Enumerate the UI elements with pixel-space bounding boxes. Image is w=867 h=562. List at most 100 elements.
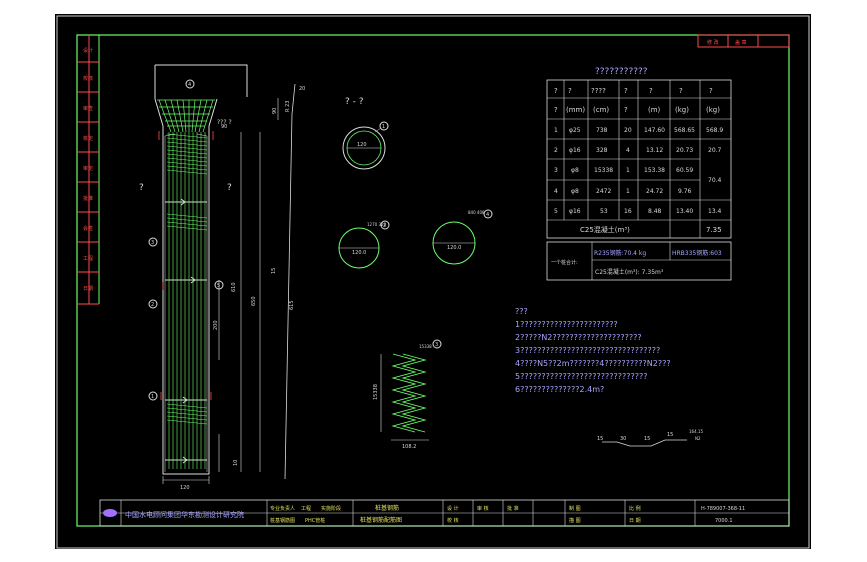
dim-650: 650: [251, 296, 257, 306]
table-title: ???????????: [595, 67, 648, 77]
tb-date: 日 期: [629, 518, 641, 524]
left-strip-label: 设计: [83, 47, 93, 54]
bent-dim-b: 30: [620, 436, 626, 442]
dim-spiral-width: 108.2: [402, 444, 416, 450]
tb-role: 设 计: [447, 505, 459, 512]
section-mark-right: ?: [227, 183, 232, 193]
table-cell: 8.48: [648, 208, 662, 215]
logo-icon: [103, 509, 117, 517]
left-strip-label: 校核: [83, 75, 93, 82]
bar-detail-long: 90 R 23 20 15 615: [271, 83, 305, 480]
svg-text:1: 1: [382, 124, 385, 130]
dim-spiral-top: 15338: [419, 344, 432, 349]
dim-width: 120: [180, 485, 190, 491]
dim-bar2: 120.0: [352, 250, 366, 256]
table-cell: 3: [554, 167, 558, 174]
revision-cell: 修 改: [707, 39, 719, 46]
concrete-label: C25混凝土(m³): [580, 225, 630, 234]
table-cell: φ16: [569, 208, 581, 215]
section-bar2: 120.0 1270 328 2: [338, 220, 390, 269]
tb-cell: 工程: [301, 505, 311, 512]
tb-cell: 桩基钢筋图: [270, 517, 295, 524]
note-line: 2?????N2?????????????????????: [515, 333, 642, 342]
notes: ??? 1??????????????????????? 2?????N2???…: [515, 307, 671, 394]
section-mark-left: ?: [139, 183, 144, 193]
left-strip-label: 审定: [83, 165, 93, 172]
bent-dim-d: 15: [667, 432, 673, 438]
title-block: 中国水电顾问集团华东勘测设计研究院 专业负责人 工程 实施阶段 桩基钢筋图 PH…: [99, 499, 790, 527]
th: ?: [554, 87, 558, 95]
bent-dim-a: 15: [597, 436, 603, 442]
table-cell: 147.60: [644, 127, 665, 134]
th-unit: ?: [624, 106, 628, 114]
dim-bar4: 120.0: [447, 245, 461, 251]
footer-concrete: C25混凝土(m³): 7.35m³: [595, 268, 664, 276]
spacing-note: ??? ?: [217, 119, 232, 126]
dim-bend: 15: [271, 268, 277, 274]
dim-10: 10: [233, 460, 239, 466]
cad-viewport[interactable]: 设计 校核 审查 核定 审定 批准 会签 工程 日期 修 改 盖 章 120 6…: [55, 14, 811, 549]
table-cell: 53: [600, 208, 608, 215]
section-ring: 120 1: [342, 121, 389, 170]
svg-text:1: 1: [151, 394, 154, 400]
tb-cell: 专业负责人: [270, 505, 295, 512]
th-unit: (kg): [675, 106, 689, 114]
r-label: R 23: [285, 101, 291, 112]
org-name: 中国水电顾问集团华东勘测设计研究院: [125, 510, 244, 519]
table-cell: 9.76: [678, 188, 692, 195]
note-line: 5??????????????????????????????: [515, 372, 647, 381]
svg-text:2: 2: [151, 302, 154, 308]
table-cell: 20: [624, 127, 632, 134]
table-cell: 24.72: [646, 188, 663, 195]
left-strip-label: 审查: [83, 105, 93, 112]
th: ?: [649, 87, 653, 95]
svg-text:5: 5: [217, 283, 220, 289]
tb-role: 校 核: [447, 517, 459, 524]
footer-hrb335: HRB335钢筋:603: [672, 249, 722, 257]
drawing-canvas: 设计 校核 审查 核定 审定 批准 会签 工程 日期 修 改 盖 章 120 6…: [56, 15, 810, 549]
rebar-table: ??????????? ? ? ???? ? ? ? ? ? (mm) (cm)…: [546, 67, 732, 281]
footer-r235: R235钢筋:70.4 kg: [594, 249, 646, 257]
svg-text:4: 4: [188, 82, 191, 88]
dim-200: 200: [213, 320, 219, 330]
dim-610: 610: [231, 282, 237, 292]
section-bar4: 120.0 840 408 4: [432, 209, 493, 265]
note-line: 3?????????????????????????????????: [515, 346, 660, 355]
th: ?: [679, 87, 683, 95]
table-cell: 568.9: [706, 127, 723, 134]
table-cell: 738: [596, 127, 608, 134]
svg-text:3: 3: [151, 240, 154, 246]
tb-cell: PHC管桩: [305, 517, 325, 524]
dim-bar4-top: 840 408: [468, 210, 485, 215]
th-unit: (m): [648, 106, 661, 114]
table-cell: 328: [596, 147, 608, 154]
tb-title2: 桩基钢筋配筋图: [360, 516, 402, 524]
table-cell: 2: [554, 147, 558, 154]
table-cell: 70.4: [708, 177, 722, 184]
revision-block: 修 改 盖 章: [697, 34, 790, 48]
note-line: 1???????????????????????: [515, 320, 618, 329]
table-cell: φ16: [569, 147, 581, 154]
table-cell: 4: [626, 147, 630, 154]
table-cell: 1: [554, 127, 558, 134]
spiral-detail: 108.2 15338 15338 3: [373, 339, 442, 450]
left-strip-label: 日期: [83, 286, 93, 292]
table-cell: 13.12: [646, 147, 663, 154]
dim-spiral-left: 15338: [373, 384, 379, 400]
th-unit: ?: [554, 106, 558, 114]
marker-2-left: 2: [148, 299, 158, 309]
outer-border: [56, 15, 810, 549]
left-signature-strip: 设计 校核 审查 核定 审定 批准 会签 工程 日期: [77, 35, 100, 305]
table-cell: 4: [554, 188, 558, 195]
th-unit: (mm): [566, 106, 585, 114]
table-cell: 15338: [594, 167, 613, 174]
marker-3-left: 3: [148, 237, 158, 247]
table-cell: φ8: [571, 188, 579, 195]
th: ?: [709, 87, 713, 95]
th: ?: [624, 87, 628, 95]
table-cell: φ25: [569, 127, 581, 134]
svg-text:3: 3: [435, 342, 438, 348]
footer-label: 一个桩合计:: [551, 259, 578, 266]
revision-cell: 盖 章: [735, 39, 747, 46]
tb-title1: 桩基钢筋: [375, 504, 399, 512]
